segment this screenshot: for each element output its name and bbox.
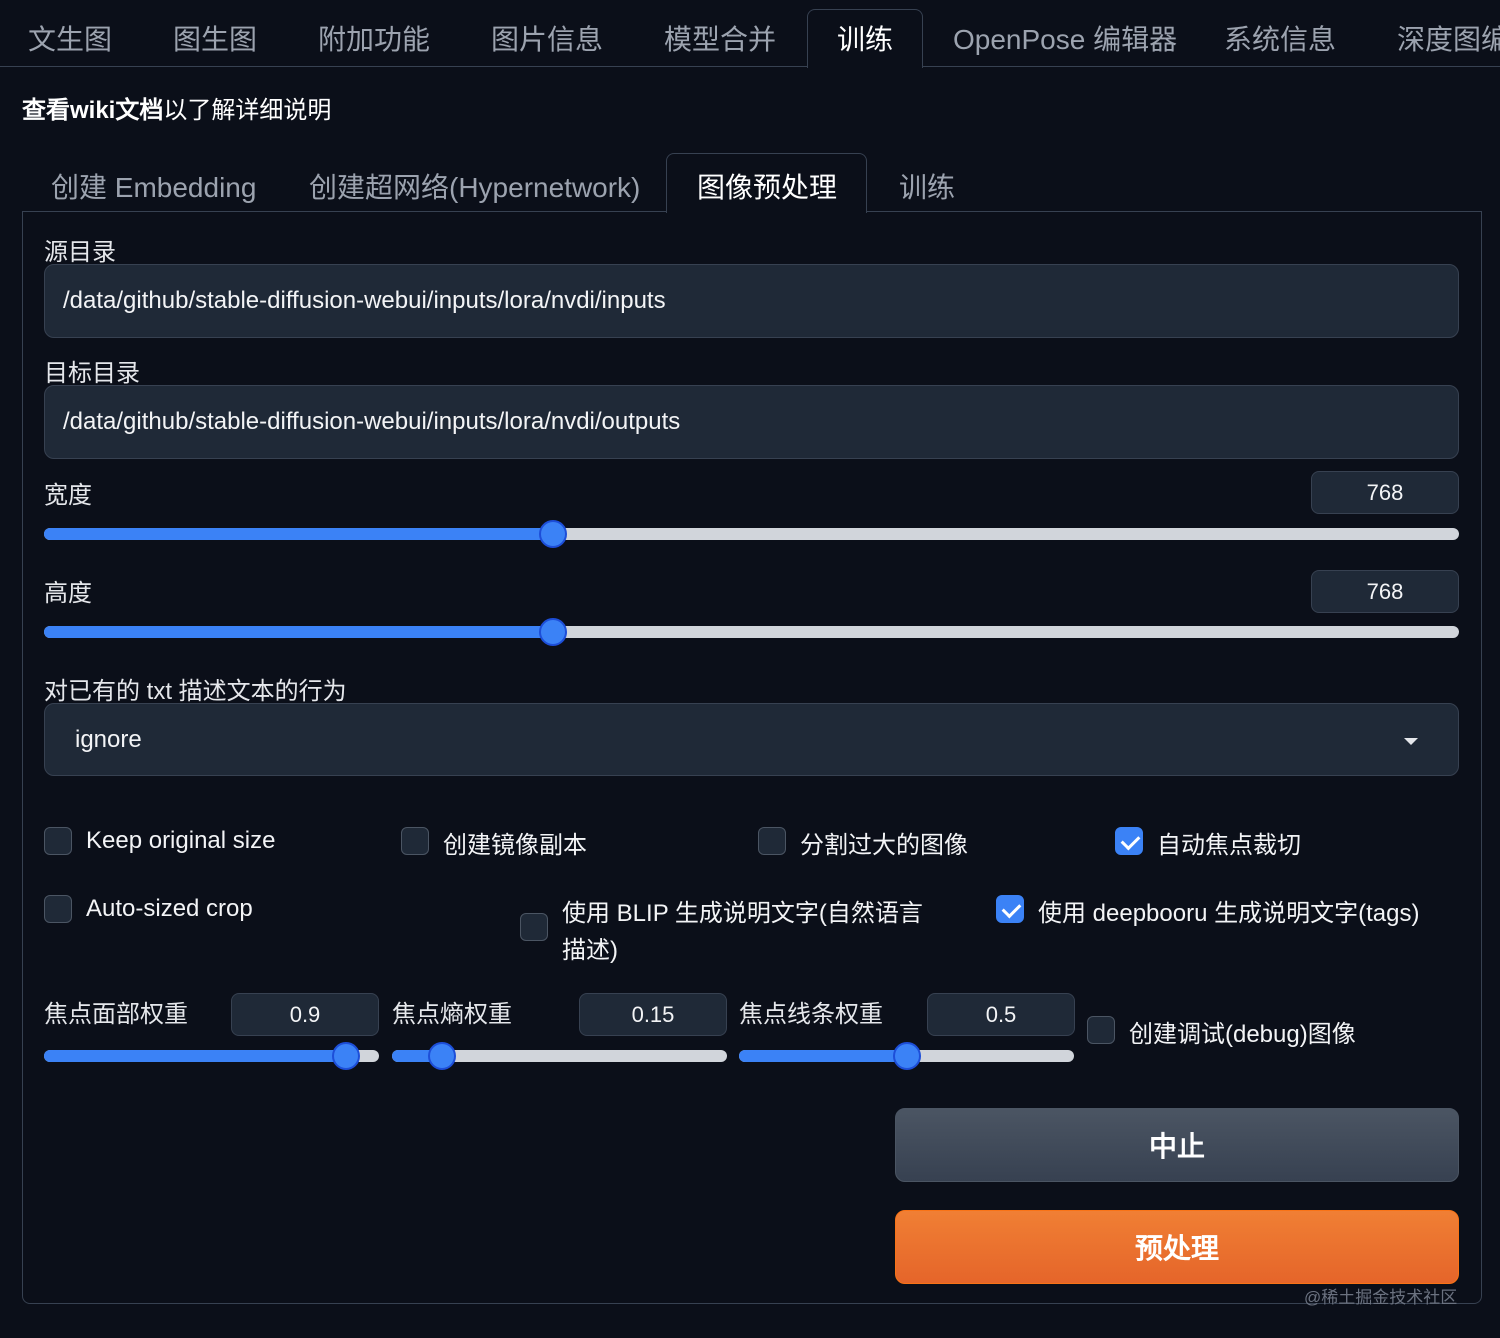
interrupt-button[interactable]: 中止 — [895, 1108, 1459, 1182]
split-oversized-checkbox[interactable] — [758, 827, 786, 855]
source-dir-label: 源目录 — [44, 239, 116, 266]
focal-edges-weight-input[interactable]: 0.5 — [927, 993, 1075, 1036]
blip-caption-label-line1: 使用 BLIP 生成说明文字(自然语言 — [562, 900, 923, 927]
focal-face-weight-input[interactable]: 0.9 — [231, 993, 379, 1036]
keep-original-size-checkbox[interactable] — [44, 827, 72, 855]
focal-edges-weight-label: 焦点线条权重 — [739, 1001, 883, 1028]
width-slider[interactable] — [44, 520, 1459, 548]
keep-original-size-label: Keep original size — [86, 827, 276, 854]
width-label: 宽度 — [44, 482, 92, 509]
focal-edges-weight-slider[interactable] — [739, 1042, 1074, 1070]
focal-face-weight-value: 0.9 — [289, 1001, 321, 1027]
tab-openpose-editor[interactable]: OpenPose 编辑器 — [953, 18, 1177, 58]
source-dir-input[interactable]: /data/github/stable-diffusion-webui/inpu… — [44, 264, 1459, 338]
create-flipped-label: 创建镜像副本 — [443, 832, 587, 859]
preprocess-button-label: 预处理 — [1134, 1233, 1219, 1264]
subtab-preprocess-images[interactable]: 图像预处理 — [697, 166, 837, 206]
wiki-link[interactable]: 查看wiki文档 — [22, 97, 163, 124]
height-number-input[interactable]: 768 — [1311, 570, 1459, 613]
subtab-create-hypernetwork[interactable]: 创建超网络(Hypernetwork) — [309, 166, 640, 206]
auto-sized-crop-label: Auto-sized crop — [86, 895, 253, 922]
height-value: 768 — [1366, 578, 1404, 604]
tab-png-info[interactable]: 图片信息 — [491, 18, 603, 58]
target-dir-input[interactable]: /data/github/stable-diffusion-webui/inpu… — [44, 385, 1459, 459]
tab-system-info[interactable]: 系统信息 — [1224, 18, 1336, 58]
height-label: 高度 — [44, 580, 92, 607]
focal-face-weight-thumb[interactable] — [331, 1042, 360, 1070]
txt-action-value: ignore — [75, 725, 142, 753]
preprocess-button[interactable]: 预处理 — [895, 1210, 1459, 1284]
focal-face-weight-slider[interactable] — [44, 1042, 379, 1070]
auto-focal-crop-label: 自动焦点裁切 — [1157, 832, 1301, 859]
tab-depth[interactable]: 深度图编 — [1397, 18, 1500, 58]
tab-img2img[interactable]: 图生图 — [173, 18, 257, 58]
subtab-train[interactable]: 训练 — [899, 166, 955, 206]
subtab-create-embedding[interactable]: 创建 Embedding — [51, 166, 256, 206]
chevron-down-icon — [1404, 738, 1418, 745]
wiki-note-text: 以了解详细说明 — [163, 97, 332, 124]
focal-edges-weight-thumb[interactable] — [892, 1042, 921, 1070]
debug-images-label: 创建调试(debug)图像 — [1129, 1021, 1356, 1048]
width-slider-fill — [44, 528, 554, 540]
blip-caption-checkbox[interactable] — [520, 913, 548, 941]
focal-entropy-weight-input[interactable]: 0.15 — [579, 993, 727, 1036]
focal-face-weight-fill — [44, 1050, 346, 1062]
focal-entropy-weight-slider[interactable] — [392, 1042, 727, 1070]
deepbooru-caption-checkbox[interactable] — [996, 895, 1024, 923]
width-value: 768 — [1366, 479, 1404, 505]
focal-face-weight-label: 焦点面部权重 — [44, 1001, 188, 1028]
split-oversized-label: 分割过大的图像 — [800, 832, 968, 859]
create-flipped-checkbox[interactable] — [401, 827, 429, 855]
target-dir-label: 目标目录 — [44, 360, 140, 387]
interrupt-button-label: 中止 — [1148, 1131, 1205, 1162]
focal-edges-weight-value: 0.5 — [985, 1001, 1017, 1027]
auto-sized-crop-checkbox[interactable] — [44, 895, 72, 923]
tab-extras[interactable]: 附加功能 — [318, 18, 430, 58]
blip-caption-label-line2: 描述) — [562, 937, 618, 964]
auto-focal-crop-checkbox[interactable] — [1115, 827, 1143, 855]
height-slider-fill — [44, 626, 554, 638]
tab-txt2img[interactable]: 文生图 — [28, 18, 112, 58]
target-dir-value: /data/github/stable-diffusion-webui/inpu… — [63, 408, 681, 435]
source-dir-value: /data/github/stable-diffusion-webui/inpu… — [63, 287, 666, 314]
wiki-note: 查看wiki文档以了解详细说明 — [22, 90, 331, 125]
deepbooru-caption-label: 使用 deepbooru 生成说明文字(tags) — [1038, 900, 1420, 927]
height-slider[interactable] — [44, 618, 1459, 646]
txt-action-select[interactable]: ignore — [44, 703, 1459, 776]
width-number-input[interactable]: 768 — [1311, 471, 1459, 514]
focal-entropy-weight-label: 焦点熵权重 — [392, 1001, 512, 1028]
tab-checkpoint-merger[interactable]: 模型合并 — [664, 18, 776, 58]
focal-edges-weight-fill — [739, 1050, 907, 1062]
watermark: @稀土掘金技术社区 — [1304, 1288, 1458, 1307]
focal-entropy-weight-value: 0.15 — [631, 1001, 675, 1027]
txt-action-label: 对已有的 txt 描述文本的行为 — [44, 678, 347, 705]
tab-train[interactable]: 训练 — [837, 18, 893, 58]
debug-images-checkbox[interactable] — [1087, 1016, 1115, 1044]
